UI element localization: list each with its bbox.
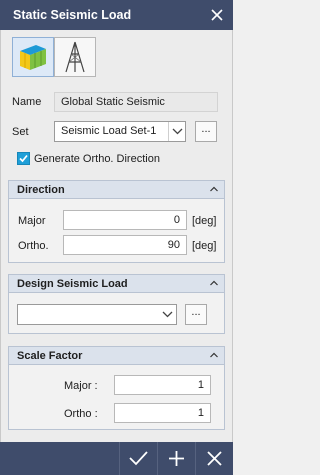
design-seismic-load-browse-button[interactable]: ...: [185, 304, 207, 325]
chevron-down-icon[interactable]: [168, 122, 185, 141]
close-icon[interactable]: [207, 5, 227, 25]
scale-ortho-input[interactable]: 1: [114, 403, 211, 423]
scale-ortho-label: Ortho :: [64, 408, 98, 420]
add-icon: [158, 451, 195, 475]
direction-group-title: Direction: [17, 184, 65, 196]
chevron-down-icon[interactable]: [159, 305, 176, 324]
direction-major-unit: [deg]: [192, 215, 217, 227]
design-seismic-load-header[interactable]: Design Seismic Load: [9, 275, 224, 293]
direction-ortho-input[interactable]: 90: [63, 235, 187, 255]
building-load-icon: [13, 45, 53, 79]
name-field[interactable]: Global Static Seismic: [54, 92, 218, 112]
set-value: Seismic Load Set-1: [61, 125, 157, 137]
scale-factor-title: Scale Factor: [17, 350, 83, 362]
collapse-icon[interactable]: [208, 277, 220, 289]
design-seismic-load-dropdown[interactable]: [17, 304, 177, 325]
direction-major-label: Major: [18, 215, 46, 227]
generate-ortho-checkbox[interactable]: [17, 152, 30, 165]
ok-button[interactable]: [119, 442, 156, 475]
collapse-icon[interactable]: [208, 183, 220, 195]
cancel-button[interactable]: [195, 442, 232, 475]
set-browse-button[interactable]: ...: [195, 121, 217, 142]
collapse-icon[interactable]: [208, 349, 220, 361]
direction-ortho-label: Ortho.: [18, 240, 49, 252]
tower-structure-icon: [55, 41, 95, 79]
window-title: Static Seismic Load: [13, 8, 132, 22]
direction-ortho-unit: [deg]: [192, 240, 217, 252]
design-seismic-load-title: Design Seismic Load: [17, 278, 128, 290]
tower-structure-button[interactable]: [54, 37, 96, 77]
close-icon: [196, 451, 233, 475]
set-label: Set: [12, 126, 29, 138]
add-button[interactable]: [157, 442, 194, 475]
title-bar: Static Seismic Load: [0, 0, 233, 30]
scale-major-input[interactable]: 1: [114, 375, 211, 395]
direction-group-header[interactable]: Direction: [9, 181, 224, 199]
building-load-button[interactable]: [12, 37, 54, 77]
name-label: Name: [12, 96, 42, 108]
generate-ortho-label[interactable]: Generate Ortho. Direction: [34, 153, 160, 165]
ok-icon: [120, 451, 157, 475]
set-dropdown[interactable]: Seismic Load Set-1: [54, 121, 186, 142]
direction-major-input[interactable]: 0: [63, 210, 187, 230]
scale-factor-header[interactable]: Scale Factor: [9, 347, 224, 365]
load-type-selector: [12, 37, 96, 77]
scale-major-label: Major :: [64, 380, 98, 392]
footer-bar: [0, 442, 233, 475]
